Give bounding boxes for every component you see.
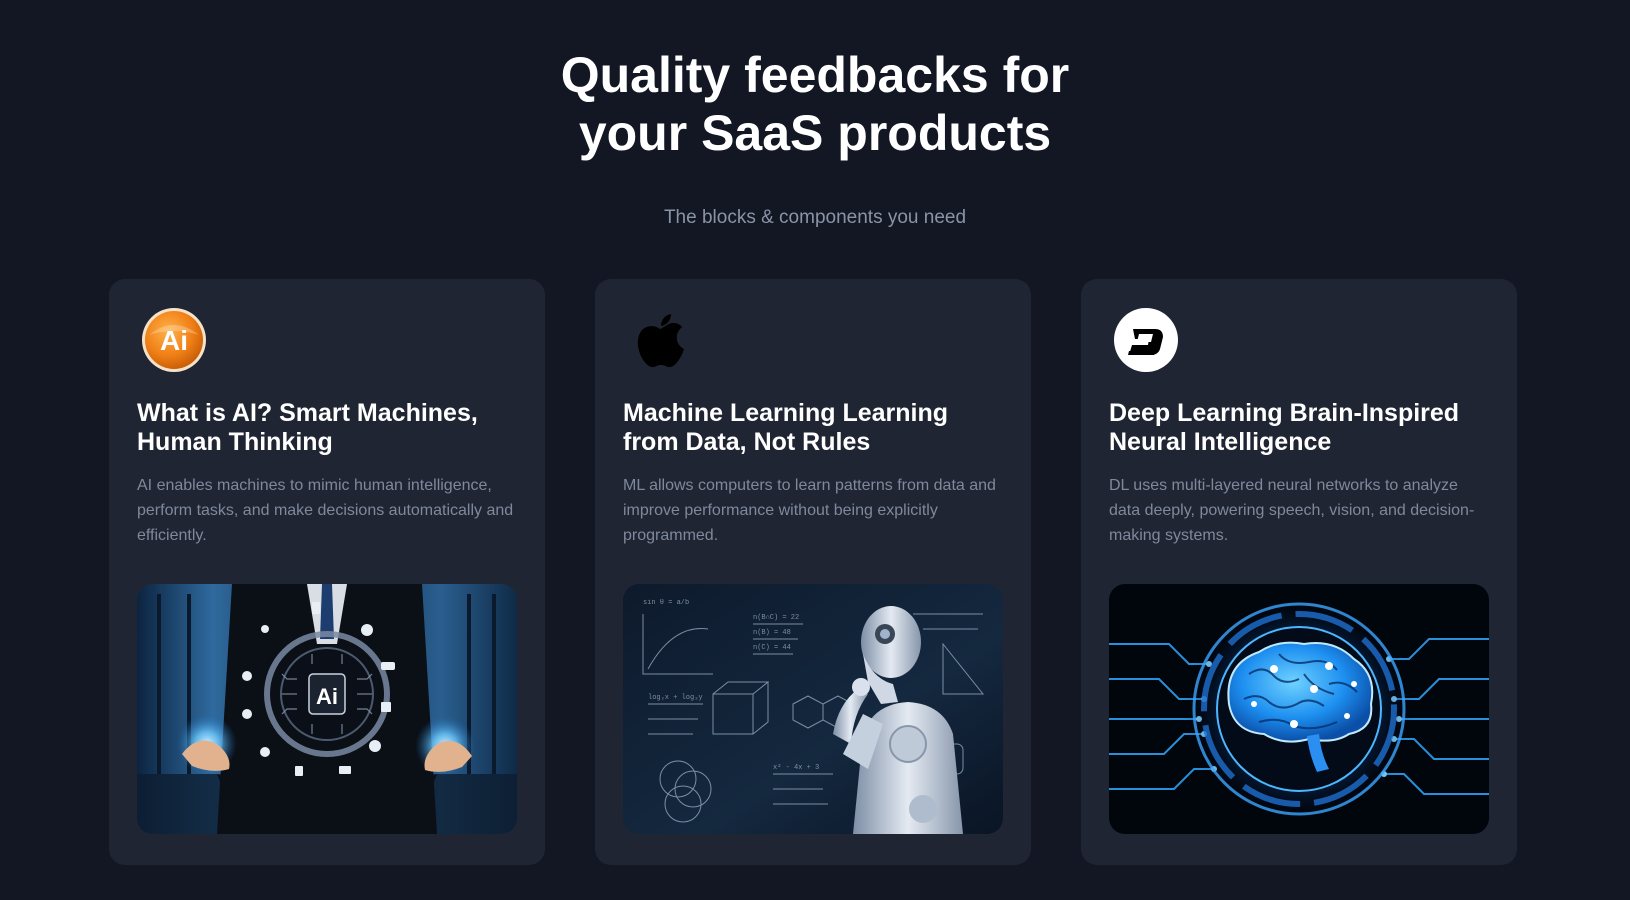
card-description: AI enables machines to mimic human intel… (137, 473, 522, 548)
card-title-line-2: Human Thinking (137, 428, 333, 456)
section-title-line-2: your SaaS products (578, 105, 1052, 161)
card-title-line-1: What is AI? Smart Machines, (137, 399, 478, 427)
card-description-line-2: data deeply, powering speech, vision, an… (1109, 502, 1475, 519)
svg-text:x² - 4x + 3: x² - 4x + 3 (773, 764, 819, 772)
card-title: Deep Learning Brain-Inspired Neural Inte… (1109, 399, 1489, 457)
card-description-line-1: DL uses multi-layered neural networks to… (1109, 477, 1458, 494)
card-title-line-1: Deep Learning Brain-Inspired (1109, 399, 1460, 427)
card-description-line-2: perform tasks, and make decisions automa… (137, 502, 514, 519)
section-subtitle: The blocks & components you need (663, 207, 967, 228)
neural-brain-image (1109, 584, 1489, 834)
card-title-line-2: Neural Intelligence (1109, 428, 1332, 456)
card-description-line-1: AI enables machines to mimic human intel… (137, 477, 492, 494)
svg-text:sin θ = a/b: sin θ = a/b (643, 599, 689, 607)
card-description: DL uses multi-layered neural networks to… (1109, 473, 1494, 548)
card-description-line-3: efficiently. (137, 527, 207, 544)
section-title-line-1: Quality feedbacks for (560, 47, 1070, 103)
card-description-line-3: programmed. (623, 527, 719, 544)
ai-chip-label: Ai (316, 684, 338, 709)
dl-logo-icon (1113, 307, 1179, 373)
card-description-line-3: making systems. (1109, 527, 1229, 544)
ai-logo-text: Ai (160, 325, 188, 356)
feature-section: Quality feedbacks for your SaaS products… (0, 0, 1630, 900)
section-title: Quality feedbacks for your SaaS products (0, 46, 1630, 162)
svg-text:n(B∩C) = 22: n(B∩C) = 22 (753, 614, 799, 622)
ai-logo-icon: Ai (141, 307, 207, 373)
card-title-line-2: from Data, Not Rules (623, 428, 871, 456)
svg-text:log₂x + log₃y: log₂x + log₃y (648, 694, 703, 702)
feature-card-ml[interactable]: Machine Learning Learning from Data, Not… (595, 279, 1031, 865)
card-title: Machine Learning Learning from Data, Not… (623, 399, 1003, 457)
card-description-line-1: ML allows computers to learn patterns fr… (623, 477, 996, 494)
apple-logo-icon (627, 307, 693, 373)
feature-card-ai[interactable]: Ai What is AI? Smart Machines, Human Thi… (109, 279, 545, 865)
ai-businessman-image: Ai (137, 584, 517, 834)
card-description-line-2: improve performance without being explic… (623, 502, 938, 519)
robot-thinking-image: n(B∩C) = 22 n(B) = 48 n(C) = 44 log₂x + … (623, 584, 1003, 834)
svg-text:n(B) = 48: n(B) = 48 (753, 629, 791, 637)
card-title: What is AI? Smart Machines, Human Thinki… (137, 399, 517, 457)
feature-card-dl[interactable]: Deep Learning Brain-Inspired Neural Inte… (1081, 279, 1517, 865)
card-description: ML allows computers to learn patterns fr… (623, 473, 1008, 548)
svg-text:n(C) = 44: n(C) = 44 (753, 644, 791, 652)
card-title-line-1: Machine Learning Learning (623, 399, 949, 427)
